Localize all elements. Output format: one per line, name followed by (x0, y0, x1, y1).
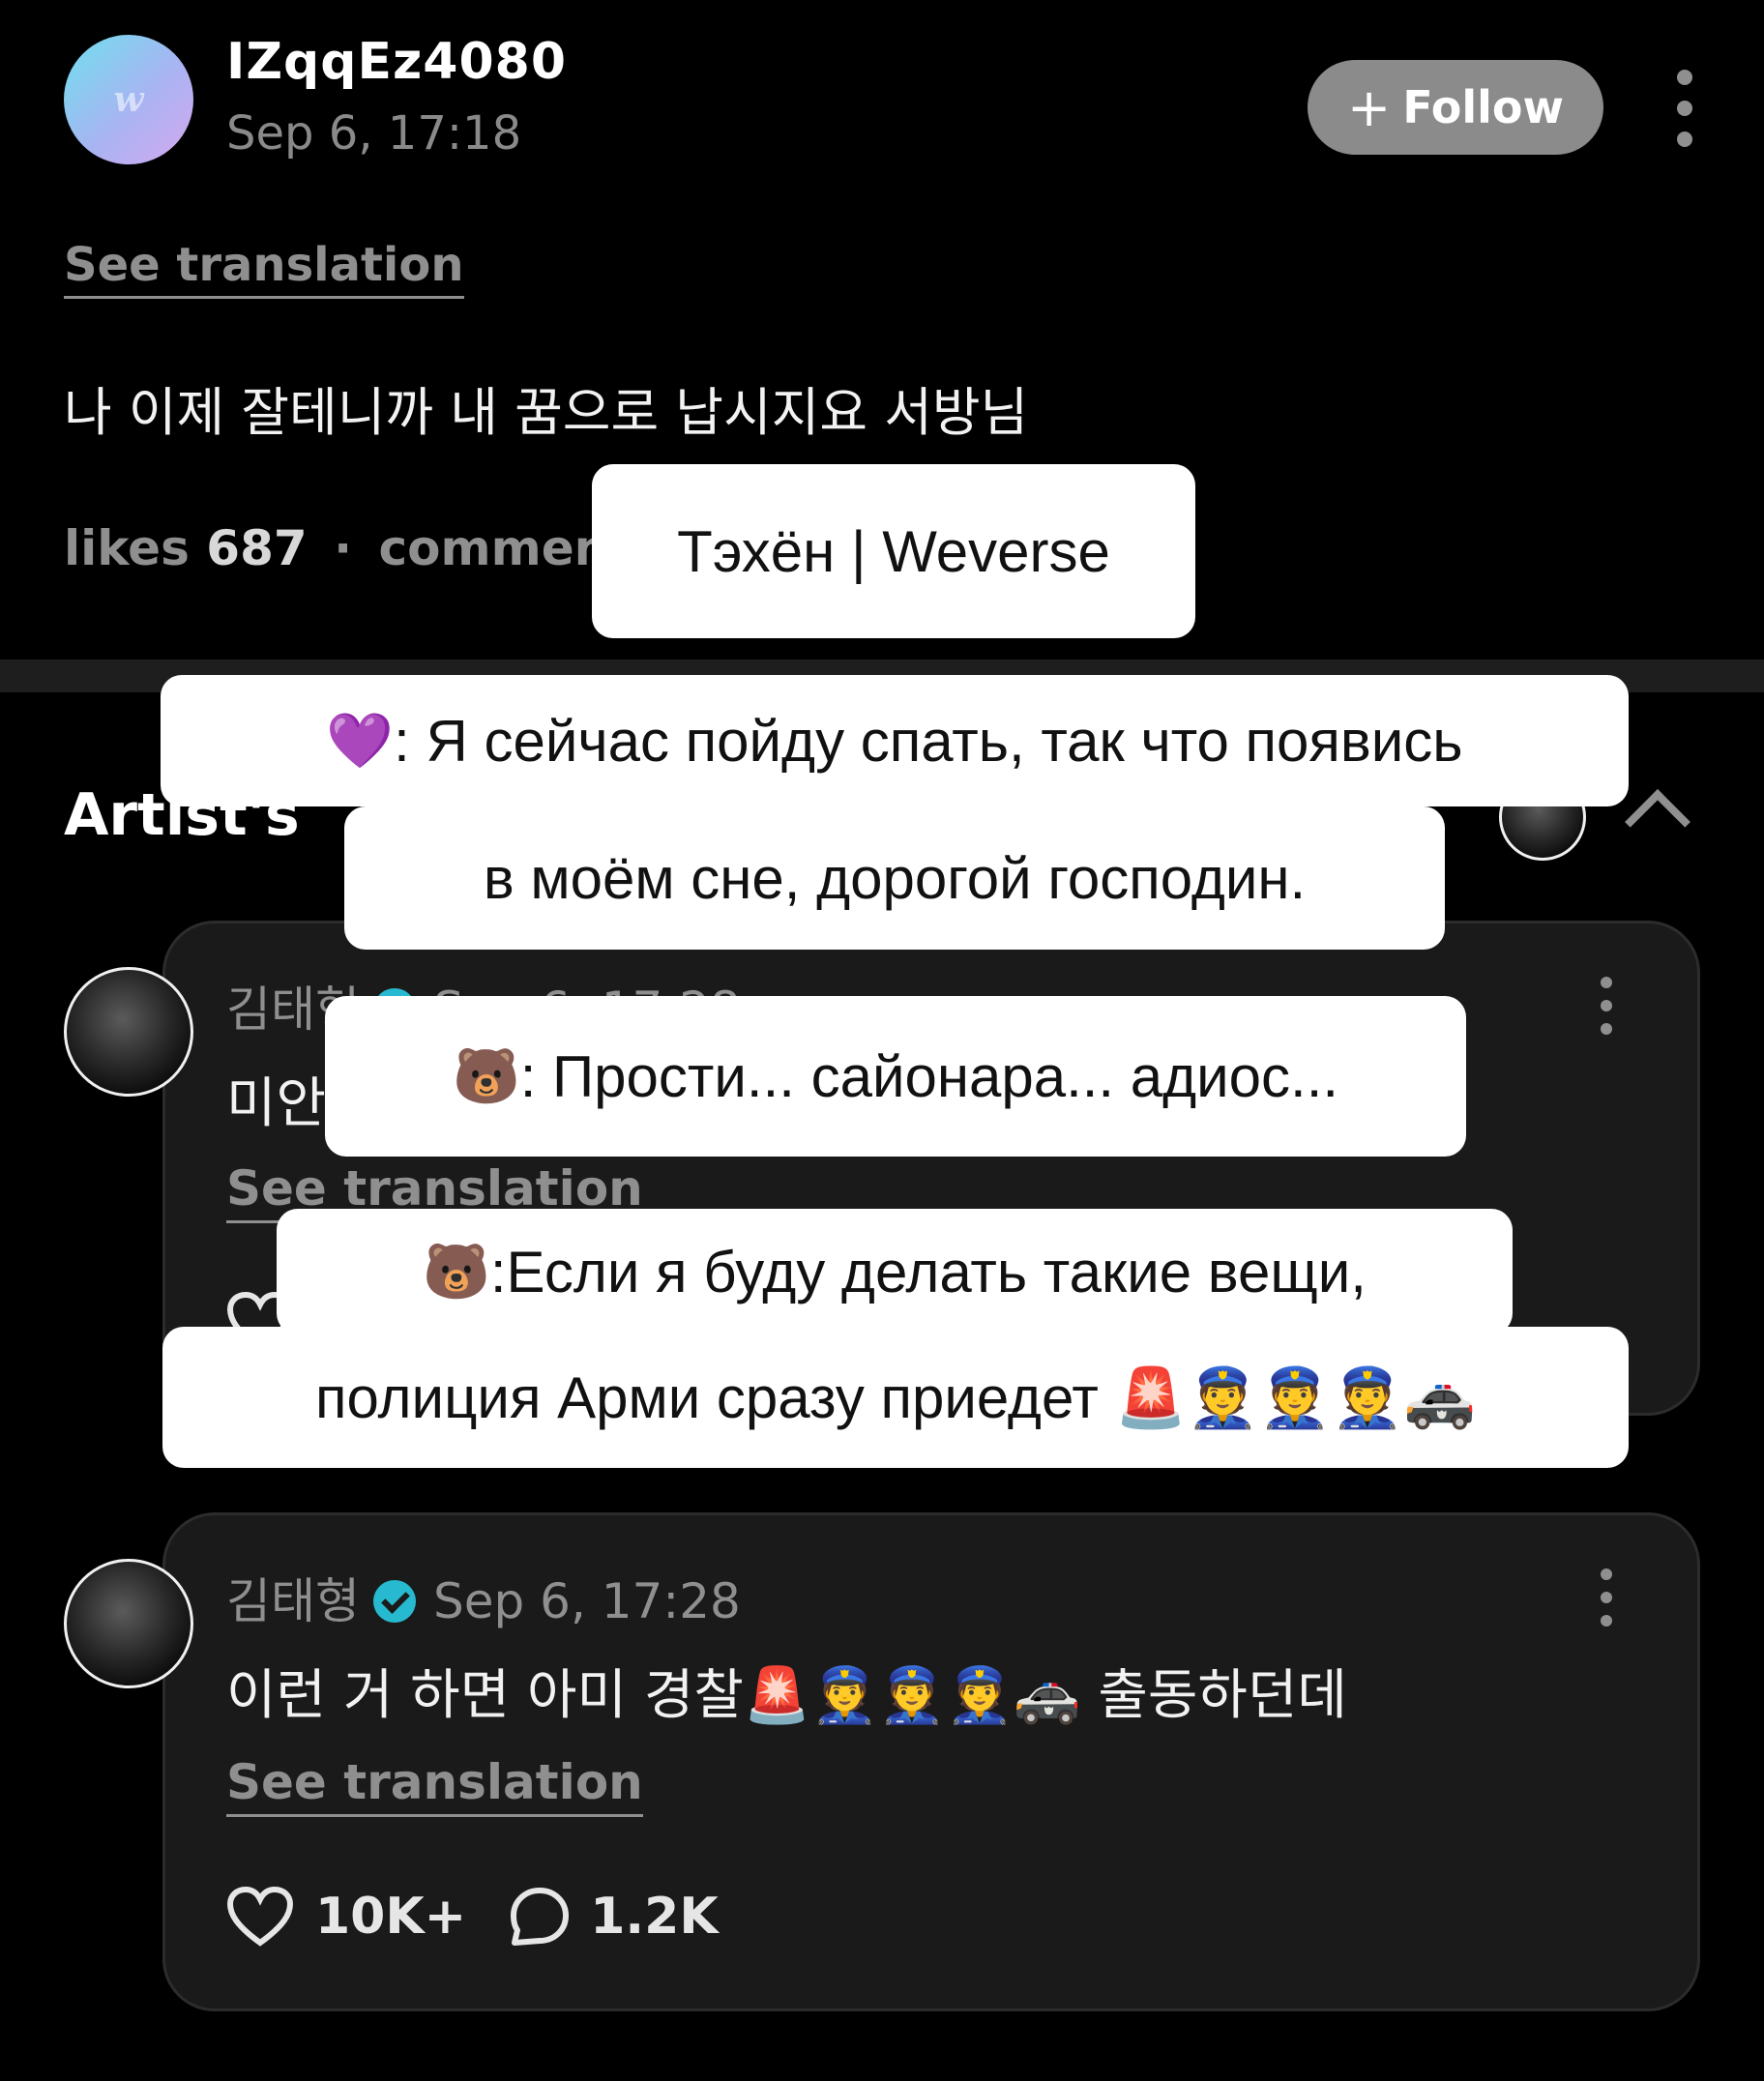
post-author-username[interactable]: IZqqEz4080 (226, 33, 567, 91)
purple-heart-emoji: 💜 (326, 710, 395, 771)
comment-likes-count: 10K+ (315, 1888, 467, 1946)
post-date: Sep 6, 17:18 (226, 106, 522, 161)
comment-bubble-icon[interactable] (509, 1886, 571, 1948)
likes-count: 687 (206, 520, 308, 576)
post-stats: likes 687 · comment (64, 520, 632, 576)
follow-label: Follow (1402, 81, 1565, 133)
heart-icon[interactable] (226, 1887, 294, 1947)
comment-date: Sep 6, 17:28 (433, 1573, 741, 1629)
stats-separator: · (334, 520, 353, 576)
caption-line-2: в моём сне, дорогой господин. (344, 806, 1445, 950)
post-author-avatar[interactable]: w (64, 35, 193, 164)
post-see-translation-link[interactable]: See translation (64, 238, 464, 299)
likes-label: likes (64, 520, 190, 576)
caption-line-3-text: : Прости... сайонара... адиос... (519, 1043, 1339, 1109)
comment-avatar[interactable] (64, 967, 193, 1097)
comment-see-translation-link[interactable]: See translation (226, 1754, 643, 1817)
caption-line-1-text: : Я сейчас пойду спать, так что появись (394, 708, 1463, 774)
comment-avatar[interactable] (64, 1559, 193, 1688)
post-text: 나 이제 잘테니까 내 꿈으로 납시지요 서방님 (64, 382, 1029, 443)
caption-line-5: полиция Арми сразу приедет 🚨👮👮👮🚓 (162, 1327, 1629, 1468)
comment-more-icon[interactable] (1594, 977, 1619, 1035)
verified-badge-icon (373, 1579, 416, 1623)
plus-icon: + (1346, 76, 1392, 138)
bear-emoji: 🐻 (452, 1045, 520, 1106)
caption-line-4-text: :Если я буду делать такие вещи, (489, 1239, 1367, 1304)
comment-stats: 10K+ 1.2K (226, 1886, 719, 1948)
comment-more-icon[interactable] (1594, 1568, 1619, 1627)
comment-author: 김태형 Sep 6, 17:28 (226, 1563, 741, 1632)
comment-author-name[interactable]: 김태형 (226, 1573, 360, 1629)
comment-text: 미안 (226, 1072, 327, 1135)
caption-line-4: 🐻:Если я буду делать такие вещи, (277, 1209, 1513, 1334)
follow-button[interactable]: + Follow (1308, 60, 1603, 155)
caption-line-1: 💜: Я сейчас пойду спать, так что появись (161, 675, 1629, 806)
chevron-up-icon[interactable] (1625, 789, 1690, 855)
avatar-letter: w (113, 79, 144, 120)
bear-emoji: 🐻 (423, 1241, 490, 1302)
comment-replies-count: 1.2K (590, 1888, 719, 1946)
caption-title: Тэхён | Weverse (592, 464, 1195, 638)
comment-text: 이런 거 하면 아미 경찰🚨👮👮👮🚓 출동하던데 (226, 1664, 1347, 1727)
caption-line-3: 🐻: Прости... сайонара... адиос... (325, 996, 1466, 1157)
post-more-icon[interactable] (1669, 70, 1700, 147)
